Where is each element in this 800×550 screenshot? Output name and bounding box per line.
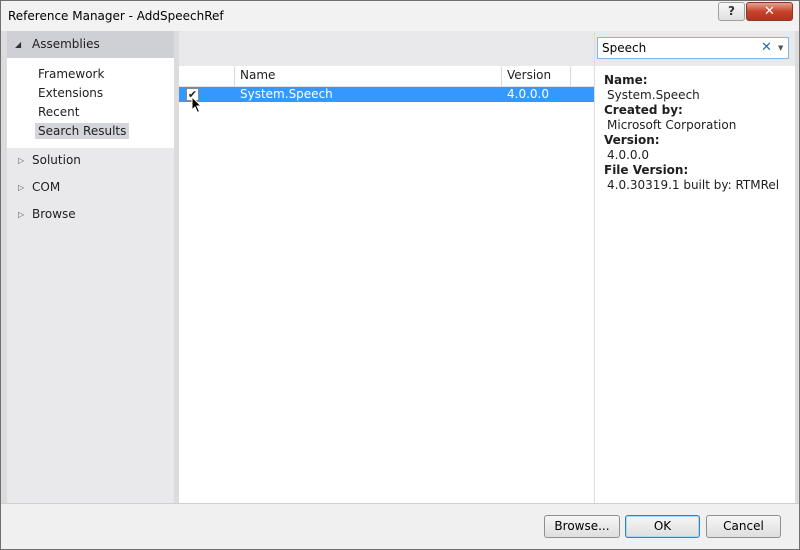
assembly-details: Name: System.Speech Created by: Microsof… — [604, 73, 790, 193]
reference-manager-window: Reference Manager - AddSpeechRef ? ✕ ◢ A… — [0, 0, 800, 550]
ok-button[interactable]: OK — [625, 515, 700, 538]
window-title: Reference Manager - AddSpeechRef — [8, 9, 224, 23]
dialog-button-bar: Browse... OK Cancel — [1, 503, 799, 549]
cancel-button[interactable]: Cancel — [706, 515, 781, 538]
column-header-version[interactable]: Version — [502, 66, 571, 87]
nav-item-extensions[interactable]: Extensions — [35, 85, 106, 101]
search-box[interactable]: ✕ ▼ — [597, 37, 789, 59]
expand-triangle-icon: ▷ — [18, 183, 25, 192]
table-row[interactable]: ✔ System.Speech 4.0.0.0 — [179, 87, 594, 102]
left-nav: ◢ Assemblies Framework Extensions Recent… — [7, 31, 174, 503]
expand-triangle-icon: ▷ — [18, 210, 25, 219]
row-name: System.Speech — [240, 87, 333, 101]
search-dropdown-icon[interactable]: ▼ — [778, 44, 783, 52]
nav-item-browse-label: Browse — [32, 207, 76, 221]
nav-item-search-results[interactable]: Search Results — [35, 123, 130, 139]
title-bar: Reference Manager - AddSpeechRef ? ✕ — [1, 1, 799, 31]
help-button[interactable]: ? — [718, 2, 745, 21]
nav-item-solution-label: Solution — [32, 153, 81, 167]
detail-name-label: Name: — [604, 73, 648, 87]
center-toolbar-area — [179, 31, 594, 66]
browse-button[interactable]: Browse... — [544, 515, 620, 538]
search-input[interactable] — [602, 40, 752, 56]
nav-assemblies[interactable]: ◢ Assemblies — [7, 31, 174, 58]
detail-created-value: Microsoft Corporation — [607, 118, 737, 132]
row-version: 4.0.0.0 — [507, 87, 549, 101]
search-area: ✕ ▼ — [595, 31, 795, 66]
clear-search-icon[interactable]: ✕ — [761, 40, 772, 55]
expand-triangle-icon: ▷ — [18, 156, 25, 165]
nav-item-com-label: COM — [32, 180, 61, 194]
collapse-triangle-icon: ◢ — [15, 40, 22, 49]
grid-header: Name Version — [179, 66, 594, 87]
mouse-cursor-icon — [191, 96, 203, 114]
assembly-list-panel: Name Version ✔ System.Speech 4.0.0.0 — [179, 31, 594, 503]
nav-item-recent[interactable]: Recent — [35, 104, 82, 120]
nav-assemblies-subitems: Framework Extensions Recent Search Resul… — [7, 58, 174, 148]
detail-version-value: 4.0.0.0 — [607, 148, 649, 162]
detail-file-version-label: File Version: — [604, 163, 689, 177]
detail-version-label: Version: — [604, 133, 660, 147]
nav-item-solution[interactable]: ▷ Solution — [7, 151, 174, 171]
nav-item-com[interactable]: ▷ COM — [7, 178, 174, 198]
detail-name-value: System.Speech — [607, 88, 700, 102]
close-button[interactable]: ✕ — [746, 2, 793, 21]
nav-assemblies-label: Assemblies — [32, 37, 100, 51]
column-header-name[interactable]: Name — [235, 66, 502, 87]
detail-file-version-value: 4.0.30319.1 built by: RTMRel — [607, 178, 780, 192]
nav-item-framework[interactable]: Framework — [35, 66, 107, 82]
detail-created-label: Created by: — [604, 103, 683, 117]
details-panel: ✕ ▼ Name: System.Speech Created by: Micr… — [595, 31, 795, 503]
column-header-check[interactable] — [179, 66, 235, 87]
nav-item-browse[interactable]: ▷ Browse — [7, 205, 174, 225]
